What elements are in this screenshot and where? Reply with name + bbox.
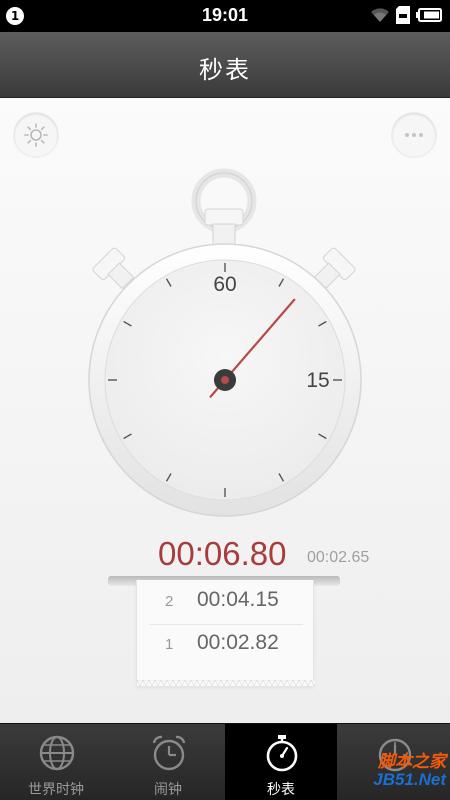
stopwatch-content: 60 15 00:06.80 00:02.65 2 00:04.15 1 00:… xyxy=(0,98,450,723)
tab-alarm[interactable]: 闹钟 xyxy=(112,724,224,800)
more-button[interactable] xyxy=(392,113,436,157)
more-dots-icon xyxy=(405,133,423,137)
dial-label-15: 15 xyxy=(306,369,329,392)
alarm-clock-icon xyxy=(152,735,186,771)
sun-gear-icon xyxy=(24,123,48,147)
lap-row: 2 00:04.15 xyxy=(137,582,315,624)
tab-stopwatch[interactable]: 秒表 xyxy=(225,724,337,800)
lap-number: 1 xyxy=(165,636,174,653)
lap-list[interactable]: 2 00:04.15 1 00:02.82 xyxy=(136,580,315,687)
stopwatch-dial[interactable]: 60 15 xyxy=(0,168,450,528)
page-title: 秒表 xyxy=(199,56,251,84)
watermark-line1: 脚本之家 xyxy=(378,752,446,771)
sd-card-icon xyxy=(396,6,410,24)
title-bar: 秒表 xyxy=(0,32,450,98)
lap-time: 00:02.82 xyxy=(197,631,279,654)
lap-time: 00:04.15 xyxy=(197,588,279,611)
settings-button[interactable] xyxy=(14,113,58,157)
lap-number: 2 xyxy=(165,593,174,610)
current-lap-time: 00:02.65 xyxy=(307,549,370,566)
status-icons xyxy=(370,6,442,24)
stopwatch-icon xyxy=(266,735,298,772)
tab-label: 秒表 xyxy=(267,782,295,798)
tab-label: 闹钟 xyxy=(154,782,182,798)
wifi-icon xyxy=(371,8,389,22)
globe-icon xyxy=(39,735,75,771)
crown xyxy=(204,208,244,226)
status-bar: 1 19:01 xyxy=(0,0,450,32)
lap-row: 1 00:02.82 xyxy=(137,625,315,667)
tab-label: 世界时钟 xyxy=(28,782,84,798)
dial-label-60: 60 xyxy=(213,273,236,296)
tab-world-clock[interactable]: 世界时钟 xyxy=(0,724,112,800)
elapsed-time: 00:06.80 xyxy=(158,535,287,572)
receipt-torn-edge xyxy=(137,680,315,687)
watermark-line2: JB51.Net xyxy=(373,770,446,789)
watermark: 脚本之家 JB51.Net xyxy=(373,753,446,789)
battery-icon xyxy=(416,8,442,22)
